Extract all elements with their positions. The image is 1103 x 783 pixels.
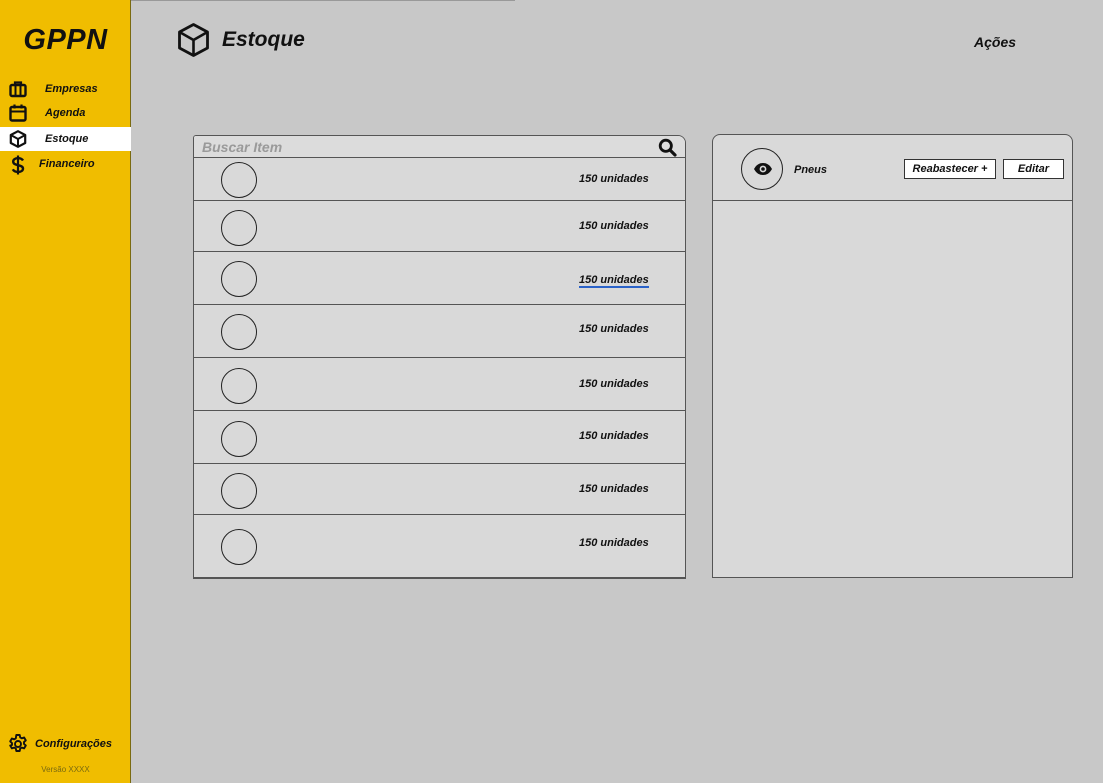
table-row[interactable]: 150 unidades (194, 358, 685, 411)
inventory-list: 150 unidades 150 unidades 150 unidades 1… (193, 135, 686, 579)
item-detail-panel: Pneus Reabastecer + Editar (712, 134, 1073, 578)
item-thumbnail (221, 421, 257, 457)
table-row[interactable]: 150 unidades (194, 252, 685, 305)
sidebar-item-agenda[interactable]: Agenda (0, 101, 131, 125)
sidebar-item-financeiro[interactable]: Financeiro (0, 152, 131, 176)
table-row[interactable]: 150 unidades (194, 515, 685, 578)
eye-icon (754, 163, 772, 175)
search-bar (194, 136, 685, 158)
search-input[interactable] (202, 138, 642, 156)
table-row[interactable]: 150 unidades (194, 411, 685, 464)
page-title: Estoque (222, 28, 305, 51)
item-quantity: 150 unidades (579, 537, 649, 549)
view-item-button[interactable] (741, 148, 783, 190)
dollar-icon (9, 155, 27, 175)
table-row[interactable]: 150 unidades (194, 305, 685, 358)
sidebar: GPPN Empresas Agenda Estoque Financeiro … (0, 0, 131, 783)
item-quantity: 150 unidades (579, 483, 649, 495)
sidebar-item-label: Financeiro (39, 158, 95, 170)
top-divider (131, 0, 515, 1)
table-row[interactable]: 150 unidades (194, 201, 685, 252)
item-quantity: 150 unidades (579, 274, 649, 288)
item-detail-header: Pneus Reabastecer + Editar (713, 135, 1072, 201)
sidebar-item-estoque[interactable]: Estoque (0, 127, 131, 151)
item-thumbnail (221, 314, 257, 350)
sidebar-item-label: Empresas (45, 83, 98, 95)
item-quantity: 150 unidades (579, 430, 649, 442)
item-thumbnail (221, 473, 257, 509)
item-thumbnail (221, 162, 257, 198)
item-quantity: 150 unidades (579, 378, 649, 390)
edit-button[interactable]: Editar (1003, 159, 1064, 179)
item-name: Pneus (794, 164, 828, 176)
actions-link[interactable]: Ações (974, 34, 1016, 50)
item-thumbnail (221, 210, 257, 246)
settings-label: Configurações (35, 738, 113, 750)
item-quantity: 150 unidades (579, 173, 649, 185)
app-logo: GPPN (23, 24, 108, 56)
version-text: Versão XXXX (41, 765, 90, 774)
restock-button[interactable]: Reabastecer + (904, 159, 996, 179)
briefcase-icon (9, 80, 27, 98)
table-row[interactable]: 150 unidades (194, 158, 685, 201)
sidebar-item-empresas[interactable]: Empresas (0, 77, 131, 101)
box-icon (9, 130, 27, 148)
table-row[interactable]: 150 unidades (194, 464, 685, 515)
box-icon (176, 22, 211, 58)
item-quantity: 150 unidades (579, 323, 649, 335)
item-thumbnail (221, 261, 257, 297)
gear-icon (8, 734, 28, 754)
item-thumbnail (221, 368, 257, 404)
sidebar-item-label: Estoque (45, 133, 89, 145)
sidebar-item-label: Agenda (45, 107, 86, 119)
item-quantity: 150 unidades (579, 220, 649, 232)
calendar-icon (9, 104, 27, 122)
settings-link[interactable]: Configurações (0, 732, 131, 756)
item-thumbnail (221, 529, 257, 565)
search-icon[interactable] (658, 138, 677, 157)
